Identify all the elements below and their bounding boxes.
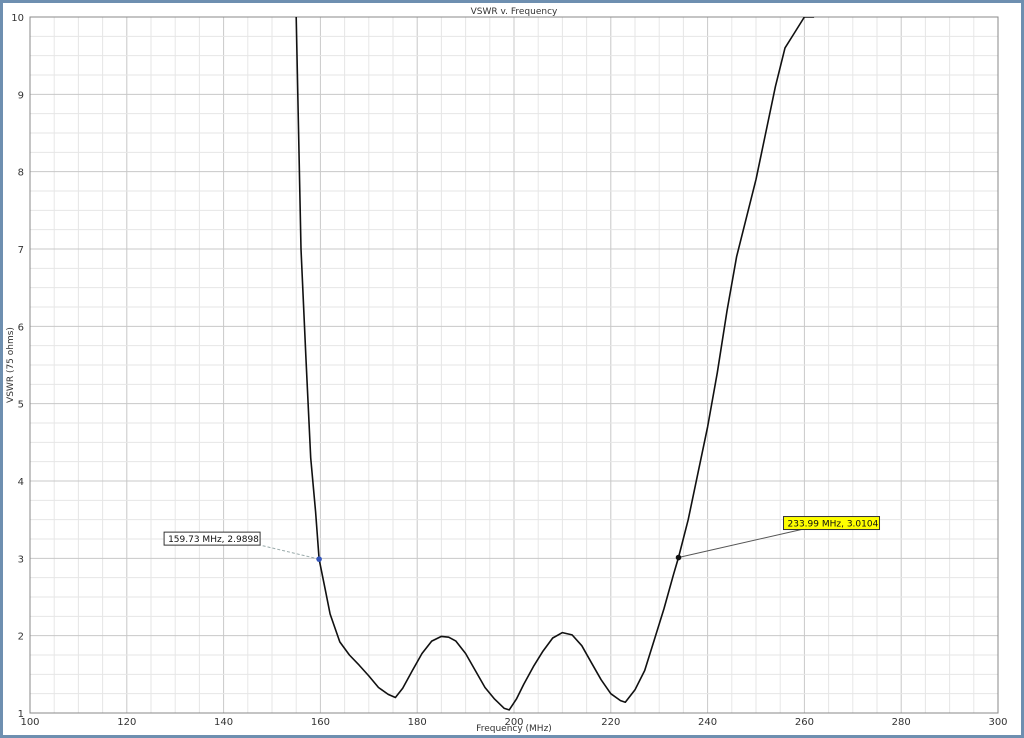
x-tick-label: 240 <box>698 717 717 728</box>
x-axis-label: Frequency (MHz) <box>476 724 552 734</box>
x-tick-label: 260 <box>795 717 814 728</box>
marker-leader-line <box>259 544 320 560</box>
y-axis-label: VSWR (75 ohms) <box>6 327 16 403</box>
y-tick-label: 2 <box>18 632 24 643</box>
marker-point <box>675 554 682 561</box>
marker-point <box>316 556 322 562</box>
y-tick-label: 4 <box>18 477 24 488</box>
chart-title: VSWR v. Frequency <box>471 7 558 17</box>
y-tick-label: 8 <box>18 168 24 179</box>
series-group <box>295 17 815 711</box>
tick-labels: 100 120 140 160 180 200 220 240 260 280 3001234567… <box>11 13 1007 728</box>
y-tick-label: 3 <box>18 554 24 565</box>
marker-label: 233.99 MHz, 3.0104 <box>788 520 879 530</box>
x-tick-label: 120 <box>117 717 136 728</box>
x-tick-label: 180 <box>408 717 427 728</box>
grid-lines <box>29 16 999 714</box>
x-tick-label: 140 <box>214 717 233 728</box>
marker-label: 159.73 MHz, 2.9898 <box>168 535 259 545</box>
y-tick-label: 9 <box>18 90 24 101</box>
x-tick-label: 220 <box>601 717 620 728</box>
chart-window: 100 120 140 160 180 200 220 240 260 280 300 1 2 3 4 5 6 7… <box>0 0 1024 738</box>
x-tick-label: 280 <box>892 717 911 728</box>
y-tick-label: 7 <box>18 245 24 256</box>
x-tick-label: 160 <box>311 717 330 728</box>
marker-leader-line <box>678 529 802 559</box>
y-tick-label: 6 <box>18 322 24 333</box>
y-tick-label: 5 <box>18 400 24 411</box>
y-tick-label: 10 <box>11 13 24 24</box>
series-line <box>295 17 815 711</box>
y-tick-label: 1 <box>18 709 24 720</box>
x-tick-label: 300 <box>988 717 1007 728</box>
vswr-chart: 100 120 140 160 180 200 220 240 260 280 3001234567… <box>6 7 1008 734</box>
